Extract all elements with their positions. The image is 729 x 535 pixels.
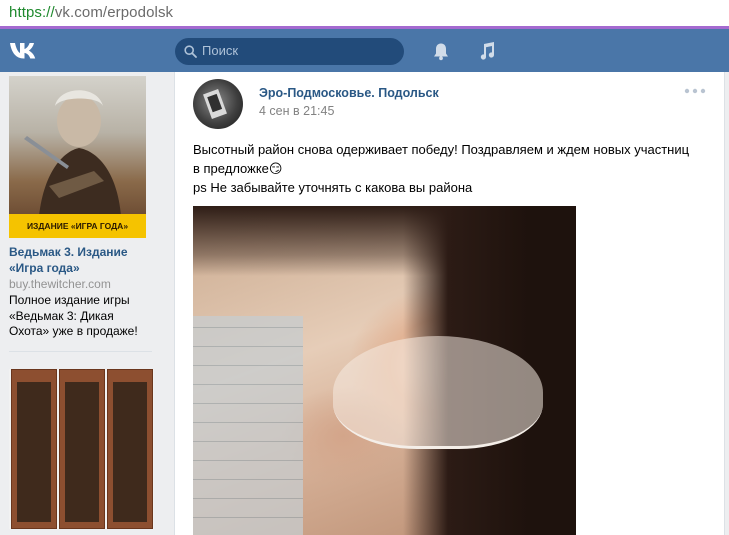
ad-description: Полное издание игры «Ведьмак 3: Дикая Ох… — [9, 293, 138, 338]
photo-subject — [333, 336, 543, 449]
music-note-icon[interactable] — [478, 41, 496, 61]
post-text-line: ps Не забывайте уточнять с какова вы рай… — [193, 180, 473, 195]
gun-safe — [11, 369, 57, 529]
post-date[interactable]: 4 сен в 21:45 — [259, 104, 334, 118]
gun-safe — [59, 369, 105, 529]
address-url[interactable]: https://vk.com/erpodolsk — [9, 4, 173, 21]
ad-gun-safes-image[interactable] — [9, 369, 154, 529]
ad-witcher-banner: ИЗДАНИЕ «ИГРА ГОДА» — [9, 214, 146, 238]
post-text-line: Высотный район снова одерживает победу! … — [193, 142, 690, 157]
url-host: vk.com/erpodolsk — [54, 4, 174, 21]
vk-logo-icon[interactable] — [9, 40, 43, 62]
ellipsis-icon[interactable] — [684, 87, 706, 95]
post-text: Высотный район снова одерживает победу! … — [193, 140, 713, 197]
url-protocol: https:// — [9, 4, 55, 21]
avatar-image — [203, 89, 227, 119]
post-author[interactable]: Эро-Подмосковье. Подольск — [259, 86, 439, 100]
ad-domain[interactable]: buy.thewitcher.com — [9, 277, 111, 291]
post-text-line: в предложке — [193, 161, 269, 176]
smirk-emoji-icon: 😏 — [268, 161, 283, 176]
ad-divider — [9, 351, 152, 352]
ad-witcher-image[interactable]: ИЗДАНИЕ «ИГРА ГОДА» — [9, 76, 146, 238]
avatar[interactable] — [193, 79, 243, 129]
witcher-illustration — [24, 90, 121, 216]
gun-safe — [107, 369, 153, 529]
column-divider — [166, 72, 167, 535]
post-photo[interactable] — [193, 206, 576, 535]
photo-background — [193, 316, 303, 535]
search-placeholder: Поиск — [202, 43, 239, 58]
search-input[interactable]: Поиск — [175, 38, 404, 65]
search-icon — [184, 45, 197, 58]
bell-icon[interactable] — [432, 42, 450, 61]
ad-title[interactable]: Ведьмак 3. Издание «Игра года» — [9, 244, 149, 276]
browser-address-bar[interactable]: https://vk.com/erpodolsk — [0, 0, 729, 27]
